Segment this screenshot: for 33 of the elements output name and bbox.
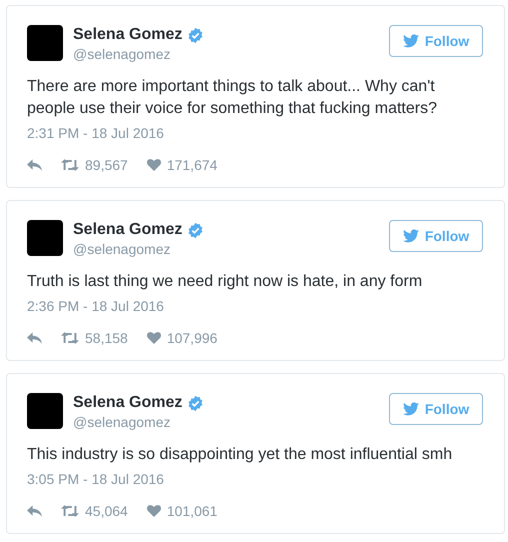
bird-icon [402,34,419,48]
tweet-text: There are more important things to talk about... Why can't people use their voice for something that fucking matters? [27,77,438,119]
tweet-text: Truth is last thing we need right now is hate, in any form [27,272,424,292]
tweet-text: This industry is so disappointing yet the most influential smh [27,445,454,465]
retweet-count: 58,158 [85,328,128,348]
follow-button[interactable]: Follow [389,393,483,425]
user-handle[interactable]: @selenagomez [73,413,204,431]
retweet-icon[interactable] [61,159,79,171]
follow-button[interactable]: Follow [389,220,483,252]
like-count: 101,061 [166,502,218,520]
reply-icon[interactable] [27,505,42,517]
tweet-timestamp[interactable]: 3:05 PM - 18 Jul 2016 [27,469,164,489]
heart-icon[interactable] [146,159,161,171]
heart-icon[interactable] [146,505,161,517]
reply-icon[interactable] [27,159,42,171]
follow-button[interactable]: Follow [389,25,483,57]
bird-icon [402,402,419,416]
user-name[interactable]: Selena Gomez [73,220,182,240]
tweet-timestamp[interactable]: 2:36 PM - 18 Jul 2016 [27,296,164,316]
user-handle[interactable]: @selenagomez [73,240,204,258]
bird-icon [402,229,419,243]
retweet-icon[interactable] [61,332,79,344]
retweet-icon[interactable] [61,505,79,517]
tweet-timestamp[interactable]: 2:31 PM - 18 Jul 2016 [27,123,164,143]
reply-icon[interactable] [27,332,42,344]
like-count: 107,996 [166,328,218,348]
like-count: 171,674 [166,156,218,174]
heart-icon[interactable] [146,332,161,344]
user-name[interactable]: Selena Gomez [73,393,182,413]
user-handle[interactable]: @selenagomez [73,45,204,63]
retweet-count: 45,064 [85,502,128,520]
user-name[interactable]: Selena Gomez [73,25,182,45]
retweet-count: 89,567 [85,156,128,174]
